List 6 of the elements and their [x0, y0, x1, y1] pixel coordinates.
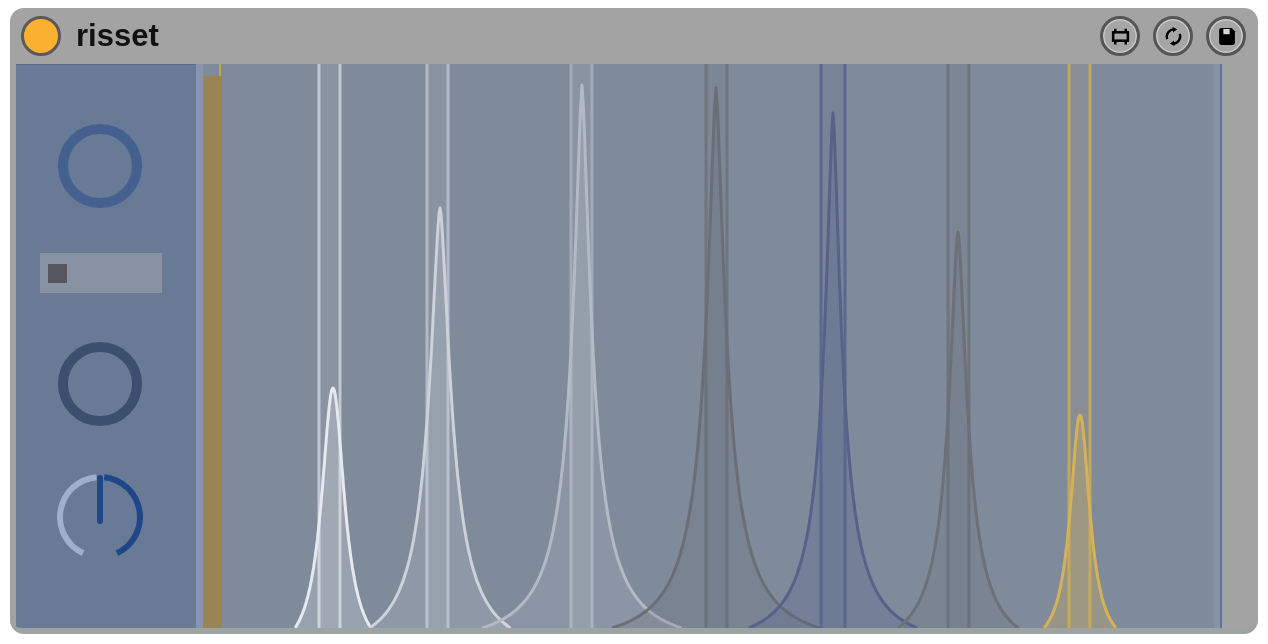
toggle-switch[interactable] — [40, 253, 162, 293]
device-title: risset — [76, 19, 159, 51]
power-button[interactable] — [21, 16, 61, 56]
save-button[interactable] — [1206, 16, 1246, 56]
refresh-button[interactable] — [1153, 16, 1193, 56]
frame-button[interactable] — [1100, 16, 1140, 56]
